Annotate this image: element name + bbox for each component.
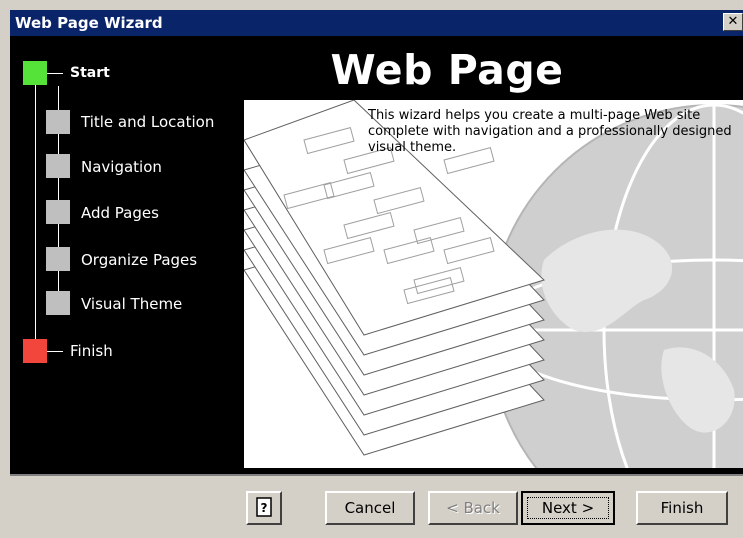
- window-title: Web Page Wizard: [15, 14, 163, 32]
- wizard-description: This wizard helps you create a multi-pag…: [368, 108, 732, 155]
- start-connector: [47, 73, 63, 74]
- step-title-location-marker: [46, 110, 70, 134]
- step-start-label[interactable]: Start: [70, 65, 110, 81]
- step-visual-theme-label[interactable]: Visual Theme: [81, 295, 182, 313]
- step-start-marker: [23, 61, 47, 85]
- finish-button[interactable]: Finish: [636, 491, 728, 525]
- help-icon: ?: [256, 497, 272, 517]
- bottom-separator: [10, 474, 743, 476]
- step-add-pages-label[interactable]: Add Pages: [81, 204, 159, 222]
- wizard-banner: Web Page Wizard: [244, 40, 650, 154]
- step-visual-theme-marker: [46, 291, 70, 315]
- step-finish-label[interactable]: Finish: [70, 342, 113, 360]
- content-area: This wizard helps you create a multi-pag…: [244, 100, 743, 468]
- finish-connector: [47, 351, 63, 352]
- next-button[interactable]: Next >: [521, 491, 615, 525]
- step-tree-line: [35, 73, 36, 351]
- step-navigation-label[interactable]: Navigation: [81, 158, 162, 176]
- cancel-button[interactable]: Cancel: [325, 491, 415, 525]
- close-icon: ✕: [727, 14, 739, 29]
- step-organize-pages-marker: [46, 247, 70, 271]
- svg-text:?: ?: [261, 501, 268, 515]
- step-title-location-label[interactable]: Title and Location: [81, 113, 214, 131]
- step-add-pages-marker: [46, 200, 70, 224]
- help-button[interactable]: ?: [246, 491, 282, 525]
- title-bar: Web Page Wizard ✕: [10, 10, 743, 36]
- next-focus-ring: [527, 497, 609, 519]
- close-button[interactable]: ✕: [723, 13, 743, 31]
- step-finish-marker: [23, 339, 47, 363]
- top-edge: [0, 0, 743, 10]
- step-organize-pages-label[interactable]: Organize Pages: [81, 251, 197, 269]
- back-button[interactable]: < Back: [428, 491, 518, 525]
- step-navigation-marker: [46, 154, 70, 178]
